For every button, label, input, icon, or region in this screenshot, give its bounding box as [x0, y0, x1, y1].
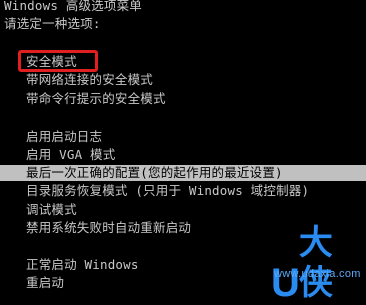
option-start-windows-normally[interactable]: 正常启动 Windows — [26, 257, 139, 273]
watermark-url: www.udaxia.com — [274, 268, 361, 280]
option-directory-services-restore[interactable]: 目录服务恢复模式 (只用于 Windows 域控制器) — [26, 183, 309, 199]
watermark-logo-text: 大侠 — [298, 223, 333, 303]
option-last-known-good-config[interactable]: 最后一次正确的配置(您的起作用的最近设置) — [0, 165, 366, 181]
menu-title: Windows 高级选项菜单 — [4, 0, 143, 13]
option-vga-mode[interactable]: 启用 VGA 模式 — [26, 147, 115, 163]
watermark-logo: U 大侠 — [271, 223, 366, 303]
option-boot-logging[interactable]: 启用启动日志 — [26, 129, 102, 145]
menu-prompt: 请选定一种选项: — [4, 16, 101, 31]
option-safe-mode-command-prompt[interactable]: 带命令行提示的安全模式 — [26, 91, 166, 107]
option-safe-mode-networking[interactable]: 带网络连接的安全模式 — [26, 72, 153, 88]
option-debugging-mode[interactable]: 调试模式 — [26, 202, 77, 218]
option-reboot[interactable]: 重启动 — [26, 275, 64, 291]
option-disable-auto-restart[interactable]: 禁用系统失败时自动重新启动 — [26, 220, 191, 236]
boot-menu-screen: Windows 高级选项菜单 请选定一种选项: 安全模式 带网络连接的安全模式 … — [0, 0, 366, 303]
safe-mode-highlight-box — [18, 50, 98, 72]
